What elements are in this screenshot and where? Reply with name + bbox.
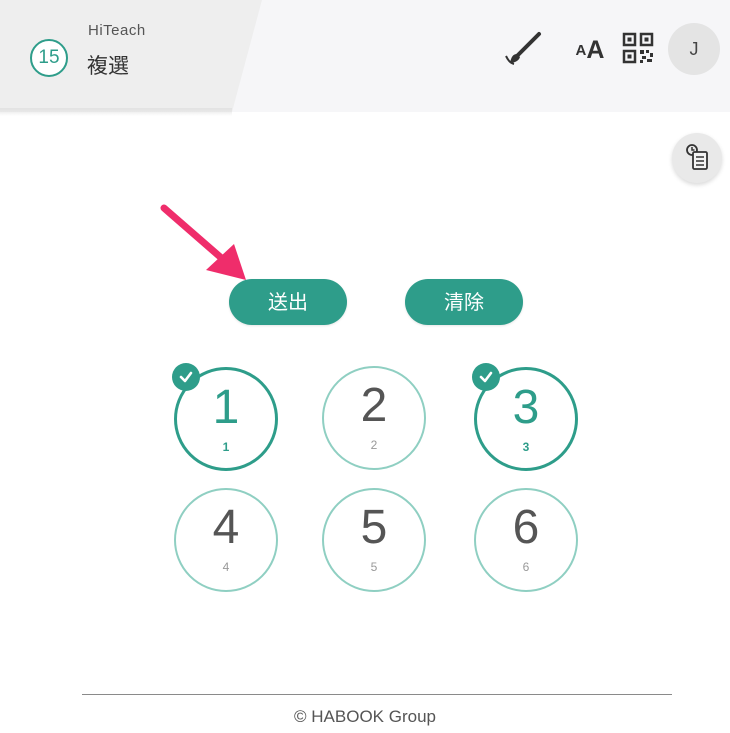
option-sub-label: 1 [222,440,230,454]
send-button[interactable]: 送出 [229,279,347,325]
font-size-big-label: A [586,35,605,64]
check-icon [172,363,200,391]
option-5-button[interactable]: 5 5 [322,488,426,592]
pointer-arrow-icon [160,204,246,280]
option-sub-label: 6 [522,560,530,574]
avatar[interactable]: J [668,23,720,75]
side-tool-button[interactable] [672,133,722,183]
qr-code-icon[interactable] [618,28,658,68]
clipboard-list-icon [686,144,708,170]
mode-label: 複選 [87,54,129,78]
question-number-badge: 15 [30,39,68,77]
font-size-small-label: A [575,41,587,59]
option-2-button[interactable]: 2 2 [322,366,426,470]
option-sub-label: 5 [370,560,378,574]
option-number: 1 [212,381,240,434]
option-number: 2 [360,379,388,432]
clear-button[interactable]: 清除 [405,279,523,325]
option-number: 3 [512,381,540,434]
option-number: 4 [212,501,240,554]
option-number: 6 [512,501,540,554]
font-size-icon[interactable]: A A [568,30,612,70]
option-number: 5 [360,501,388,554]
app-name: HiTeach [88,22,146,39]
option-4-button[interactable]: 4 4 [174,488,278,592]
footer-copyright: © HABOOK Group [294,707,436,726]
option-sub-label: 4 [222,560,230,574]
brush-icon[interactable] [500,28,544,72]
top-bar: 15 HiTeach 複選 A A J [0,0,730,116]
footer-divider [82,694,672,695]
option-sub-label: 3 [522,440,530,454]
option-6-button[interactable]: 6 6 [474,488,578,592]
check-icon [472,363,500,391]
option-sub-label: 2 [370,438,378,452]
